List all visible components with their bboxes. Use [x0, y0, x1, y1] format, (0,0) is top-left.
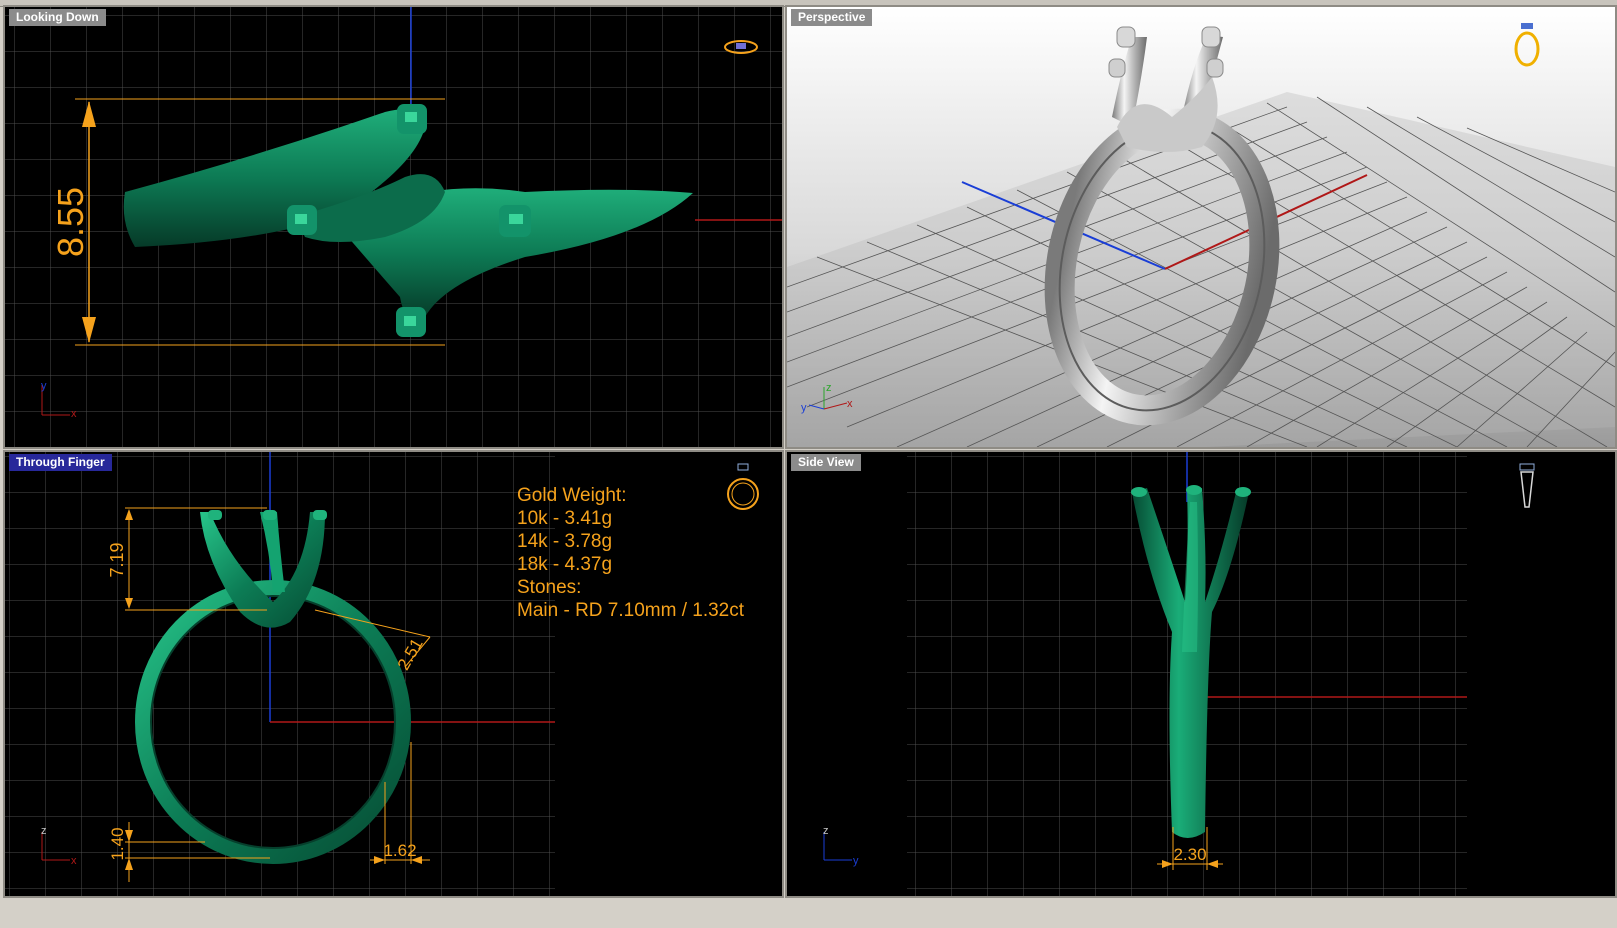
ring-perspective-icon [1514, 23, 1540, 67]
gold-weight-info: Gold Weight: 10k - 3.41g 14k - 3.78g 18k… [517, 484, 744, 622]
info-heading: Gold Weight: [517, 485, 627, 506]
ring-side-icon [1519, 463, 1535, 508]
viewport-title[interactable]: Through Finger [9, 454, 112, 471]
grid [5, 452, 555, 896]
svg-text:z: z [41, 825, 47, 837]
svg-text:y: y [41, 380, 47, 392]
viewport-through-finger[interactable]: Through Finger Gold Weight: 10k - 3.41g … [3, 450, 784, 898]
weight-18k: 18k - 4.37g [517, 554, 613, 575]
viewport-title[interactable]: Looking Down [9, 9, 106, 26]
svg-text:z: z [826, 382, 832, 394]
axis-triad: z y [823, 825, 859, 867]
stone-main: Main - RD 7.10mm / 1.32ct [517, 600, 745, 621]
viewport-looking-down[interactable]: Looking Down 8.55 y x [3, 5, 784, 449]
svg-text:x: x [71, 855, 77, 867]
svg-text:1.40: 1.40 [108, 827, 127, 860]
viewport-title[interactable]: Perspective [791, 9, 873, 26]
svg-text:x: x [847, 398, 853, 410]
svg-text:z: z [823, 825, 829, 837]
svg-text:x: x [71, 408, 77, 420]
stones-heading: Stones: [517, 577, 582, 598]
viewport-title[interactable]: Side View [791, 454, 861, 471]
viewport-side-view[interactable]: Side View 2.30 z y [785, 450, 1617, 898]
svg-text:8.55: 8.55 [50, 187, 91, 257]
weight-14k: 14k - 3.78g [517, 531, 613, 552]
weight-10k: 10k - 3.41g [517, 508, 613, 529]
svg-text:1.62: 1.62 [383, 841, 416, 860]
svg-text:7.19: 7.19 [107, 542, 127, 577]
svg-text:2.30: 2.30 [1173, 845, 1206, 864]
svg-text:y: y [801, 402, 807, 414]
svg-text:y: y [853, 855, 859, 867]
viewport-perspective[interactable]: Perspective z y x [785, 5, 1617, 449]
